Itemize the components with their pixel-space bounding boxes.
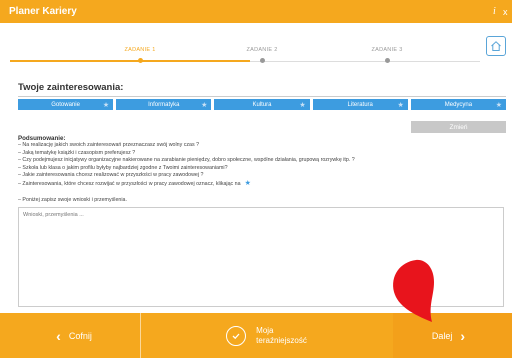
change-button[interactable]: Zmień xyxy=(411,121,506,133)
current-stage-label: Moja teraźniejszość xyxy=(256,326,307,346)
interest-chip[interactable]: Kultura ★ xyxy=(214,99,310,110)
summary-line: – Zainteresowania, które chcesz rozwijać… xyxy=(18,180,241,187)
step-3[interactable]: ZADANIE 3 xyxy=(347,47,427,63)
back-button[interactable]: ‹ Cofnij xyxy=(0,313,140,358)
check-circle-icon xyxy=(226,325,247,346)
interest-chip[interactable]: Literatura ★ xyxy=(312,99,408,110)
current-stage-line1: Moja xyxy=(256,325,274,335)
chevron-left-icon: ‹ xyxy=(56,327,61,344)
home-icon xyxy=(491,41,501,51)
summary-line-with-star: – Zainteresowania, które chcesz rozwijać… xyxy=(18,180,488,189)
step-3-label: ZADANIE 3 xyxy=(371,47,403,53)
step-1[interactable]: ZADANIE 1 xyxy=(100,47,180,63)
title-bar: Planer Kariery i x xyxy=(0,0,512,23)
step-2-dot xyxy=(260,58,265,63)
star-icon: ★ xyxy=(244,179,251,187)
close-icon[interactable]: x xyxy=(503,7,508,17)
star-icon[interactable]: ★ xyxy=(398,101,404,109)
step-1-label: ZADANIE 1 xyxy=(124,47,156,53)
interest-label: Medycyna xyxy=(444,101,473,108)
step-2[interactable]: ZADANIE 2 xyxy=(222,47,302,63)
summary-line: – Szkoła lub klasa o jakim profilu byłyb… xyxy=(18,164,228,171)
interest-label: Kultura xyxy=(252,101,272,108)
step-1-dot xyxy=(138,58,143,63)
interest-label: Informatyka xyxy=(148,101,180,108)
summary-line: – Jakie zainteresowania chcesz realizowa… xyxy=(18,172,204,179)
next-label: Dalej xyxy=(431,330,453,341)
star-icon[interactable]: ★ xyxy=(299,101,305,109)
interest-chip[interactable]: Medycyna ★ xyxy=(410,99,507,110)
notes-hint: – Poniżej zapisz swoje wnioski i przemyś… xyxy=(18,197,127,203)
summary-line: – Jaką tematykę książki i czasopism pref… xyxy=(18,149,136,156)
chevron-right-icon: › xyxy=(460,327,466,344)
summary-heading: Podsumowanie: xyxy=(18,135,66,142)
interests-list: Gotowanie ★ Informatyka ★ Kultura ★ Literat… xyxy=(18,99,507,110)
step-3-dot xyxy=(385,58,390,63)
interest-label: Gotowanie xyxy=(51,101,80,108)
star-icon[interactable]: ★ xyxy=(496,101,502,109)
interest-chip[interactable]: Informatyka ★ xyxy=(116,99,212,110)
summary-list: – Na realizację jakich swoich zaintereso… xyxy=(18,142,488,189)
star-icon[interactable]: ★ xyxy=(103,101,109,109)
interests-heading: Twoje zainteresowania: xyxy=(18,82,124,93)
app-title: Planer Kariery xyxy=(9,6,77,17)
current-stage-line2: teraźniejszość xyxy=(256,335,307,345)
back-label: Cofnij xyxy=(68,330,92,341)
interest-chip[interactable]: Gotowanie ★ xyxy=(18,99,114,110)
star-icon[interactable]: ★ xyxy=(201,101,207,109)
home-button[interactable] xyxy=(486,36,506,56)
info-icon[interactable]: i xyxy=(493,6,496,17)
current-stage-button[interactable]: Moja teraźniejszość xyxy=(140,313,393,358)
summary-line: – Na realizację jakich swoich zaintereso… xyxy=(18,142,200,148)
summary-line: – Czy podejmujesz inicjatywy organizacyj… xyxy=(18,157,355,164)
progress-track-active xyxy=(10,60,250,62)
interest-label: Literatura xyxy=(347,101,373,108)
divider xyxy=(18,96,506,97)
step-2-label: ZADANIE 2 xyxy=(246,47,278,53)
progress-steps: ZADANIE 1 ZADANIE 2 ZADANIE 3 xyxy=(10,40,480,70)
pointer-marker-icon xyxy=(393,259,434,322)
